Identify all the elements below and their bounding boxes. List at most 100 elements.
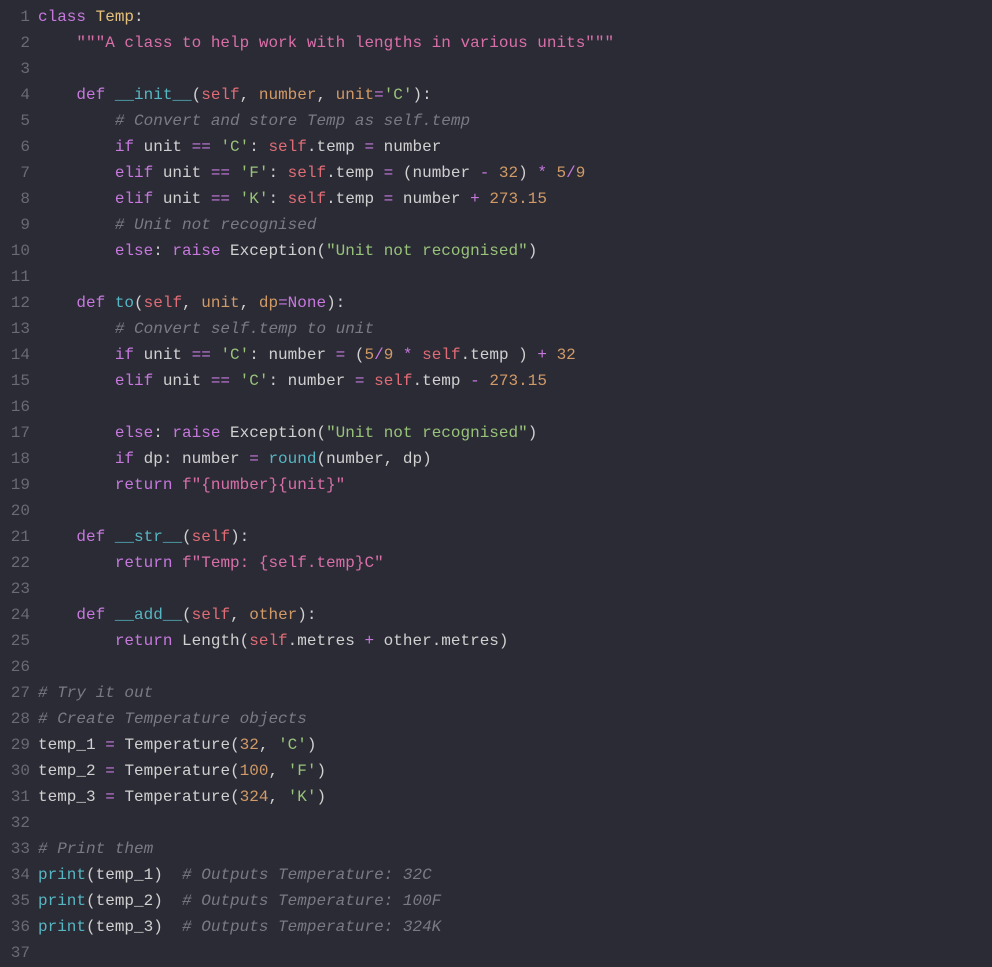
token-self: self (288, 164, 326, 182)
token-kw: else (115, 424, 153, 442)
code-line[interactable]: return Length(self.metres + other.metres… (38, 628, 992, 654)
code-line[interactable]: print(temp_3) # Outputs Temperature: 324… (38, 914, 992, 940)
token-num: 5 (557, 164, 567, 182)
code-line[interactable]: temp_2 = Temperature(100, 'F') (38, 758, 992, 784)
token-num: 273.15 (489, 372, 547, 390)
code-line[interactable] (38, 394, 992, 420)
token-param: unit (201, 294, 239, 312)
token-id: ) (317, 762, 327, 780)
token-id (364, 372, 374, 390)
token-id (230, 164, 240, 182)
code-line[interactable] (38, 498, 992, 524)
token-id (220, 242, 230, 260)
line-number: 37 (0, 940, 30, 966)
code-line[interactable]: if unit == 'C': number = (5/9 * self.tem… (38, 342, 992, 368)
code-line[interactable]: def __init__(self, number, unit='C'): (38, 82, 992, 108)
line-number: 29 (0, 732, 30, 758)
code-line[interactable]: def to(self, unit, dp=None): (38, 290, 992, 316)
code-line[interactable]: if dp: number = round(number, dp) (38, 446, 992, 472)
token-id: unit (134, 346, 192, 364)
token-self: self (192, 528, 230, 546)
token-str: "Unit not recognised" (326, 424, 528, 442)
code-line[interactable]: temp_1 = Temperature(32, 'C') (38, 732, 992, 758)
token-self: self (268, 138, 306, 156)
token-kw: elif (115, 190, 153, 208)
code-line[interactable] (38, 576, 992, 602)
line-number: 33 (0, 836, 30, 862)
code-line[interactable]: elif unit == 'C': number = self.temp - 2… (38, 368, 992, 394)
token-op: = (384, 164, 394, 182)
token-id (38, 242, 115, 260)
token-id: ): (413, 86, 432, 104)
code-line[interactable]: """A class to help work with lengths in … (38, 30, 992, 56)
code-line[interactable]: print(temp_1) # Outputs Temperature: 32C (38, 862, 992, 888)
token-kw: return (115, 632, 173, 650)
token-id: : (153, 424, 172, 442)
line-number: 32 (0, 810, 30, 836)
token-self: self (249, 632, 287, 650)
token-id (38, 528, 76, 546)
code-line[interactable]: # Try it out (38, 680, 992, 706)
code-line[interactable]: else: raise Exception("Unit not recognis… (38, 238, 992, 264)
code-line[interactable] (38, 810, 992, 836)
token-str: 'F' (240, 164, 269, 182)
code-line[interactable]: elif unit == 'K': self.temp = number + 2… (38, 186, 992, 212)
code-line[interactable]: else: raise Exception("Unit not recognis… (38, 420, 992, 446)
token-op: = (336, 346, 346, 364)
token-str: 'K' (240, 190, 269, 208)
code-line[interactable]: def __add__(self, other): (38, 602, 992, 628)
line-number: 25 (0, 628, 30, 654)
token-id (105, 606, 115, 624)
code-line[interactable]: return f"Temp: {self.temp}C" (38, 550, 992, 576)
token-id: ( (134, 294, 144, 312)
token-id (38, 450, 115, 468)
token-kw: def (76, 294, 105, 312)
token-self: self (192, 606, 230, 624)
code-line[interactable]: # Unit not recognised (38, 212, 992, 238)
token-id: : (134, 8, 144, 26)
token-op: / (566, 164, 576, 182)
token-id (211, 346, 221, 364)
token-call: Temperature (124, 788, 230, 806)
token-str: "Unit not recognised" (326, 242, 528, 260)
code-line[interactable]: # Convert self.temp to unit (38, 316, 992, 342)
token-op: * (403, 346, 413, 364)
line-number: 14 (0, 342, 30, 368)
line-number: 24 (0, 602, 30, 628)
token-id: ) (307, 736, 317, 754)
token-self: self (288, 190, 326, 208)
token-id: ( (182, 528, 192, 546)
token-kw: def (76, 86, 105, 104)
code-line[interactable] (38, 654, 992, 680)
code-area[interactable]: class Temp: """A class to help work with… (38, 4, 992, 966)
code-line[interactable]: elif unit == 'F': self.temp = (number - … (38, 160, 992, 186)
token-id: (number (393, 164, 479, 182)
token-cmt: # Outputs Temperature: 100F (182, 892, 441, 910)
token-op: - (470, 372, 480, 390)
code-line[interactable]: def __str__(self): (38, 524, 992, 550)
code-line[interactable] (38, 264, 992, 290)
code-line[interactable]: temp_3 = Temperature(324, 'K') (38, 784, 992, 810)
token-id: , (268, 788, 287, 806)
token-id (38, 606, 76, 624)
token-fn: print (38, 892, 86, 910)
code-line[interactable]: # Convert and store Temp as self.temp (38, 108, 992, 134)
line-number: 5 (0, 108, 30, 134)
line-number: 19 (0, 472, 30, 498)
token-id (393, 346, 403, 364)
token-id (38, 372, 115, 390)
code-line[interactable]: class Temp: (38, 4, 992, 30)
code-line[interactable]: print(temp_2) # Outputs Temperature: 100… (38, 888, 992, 914)
code-line[interactable] (38, 940, 992, 966)
token-id: ): (326, 294, 345, 312)
code-line[interactable]: return f"{number}{unit}" (38, 472, 992, 498)
token-id: ( (182, 606, 192, 624)
token-kw: else (115, 242, 153, 260)
code-editor[interactable]: 1234567891011121314151617181920212223242… (0, 0, 992, 966)
code-line[interactable] (38, 56, 992, 82)
code-line[interactable]: if unit == 'C': self.temp = number (38, 134, 992, 160)
token-num: 32 (499, 164, 518, 182)
line-number: 15 (0, 368, 30, 394)
code-line[interactable]: # Create Temperature objects (38, 706, 992, 732)
code-line[interactable]: # Print them (38, 836, 992, 862)
